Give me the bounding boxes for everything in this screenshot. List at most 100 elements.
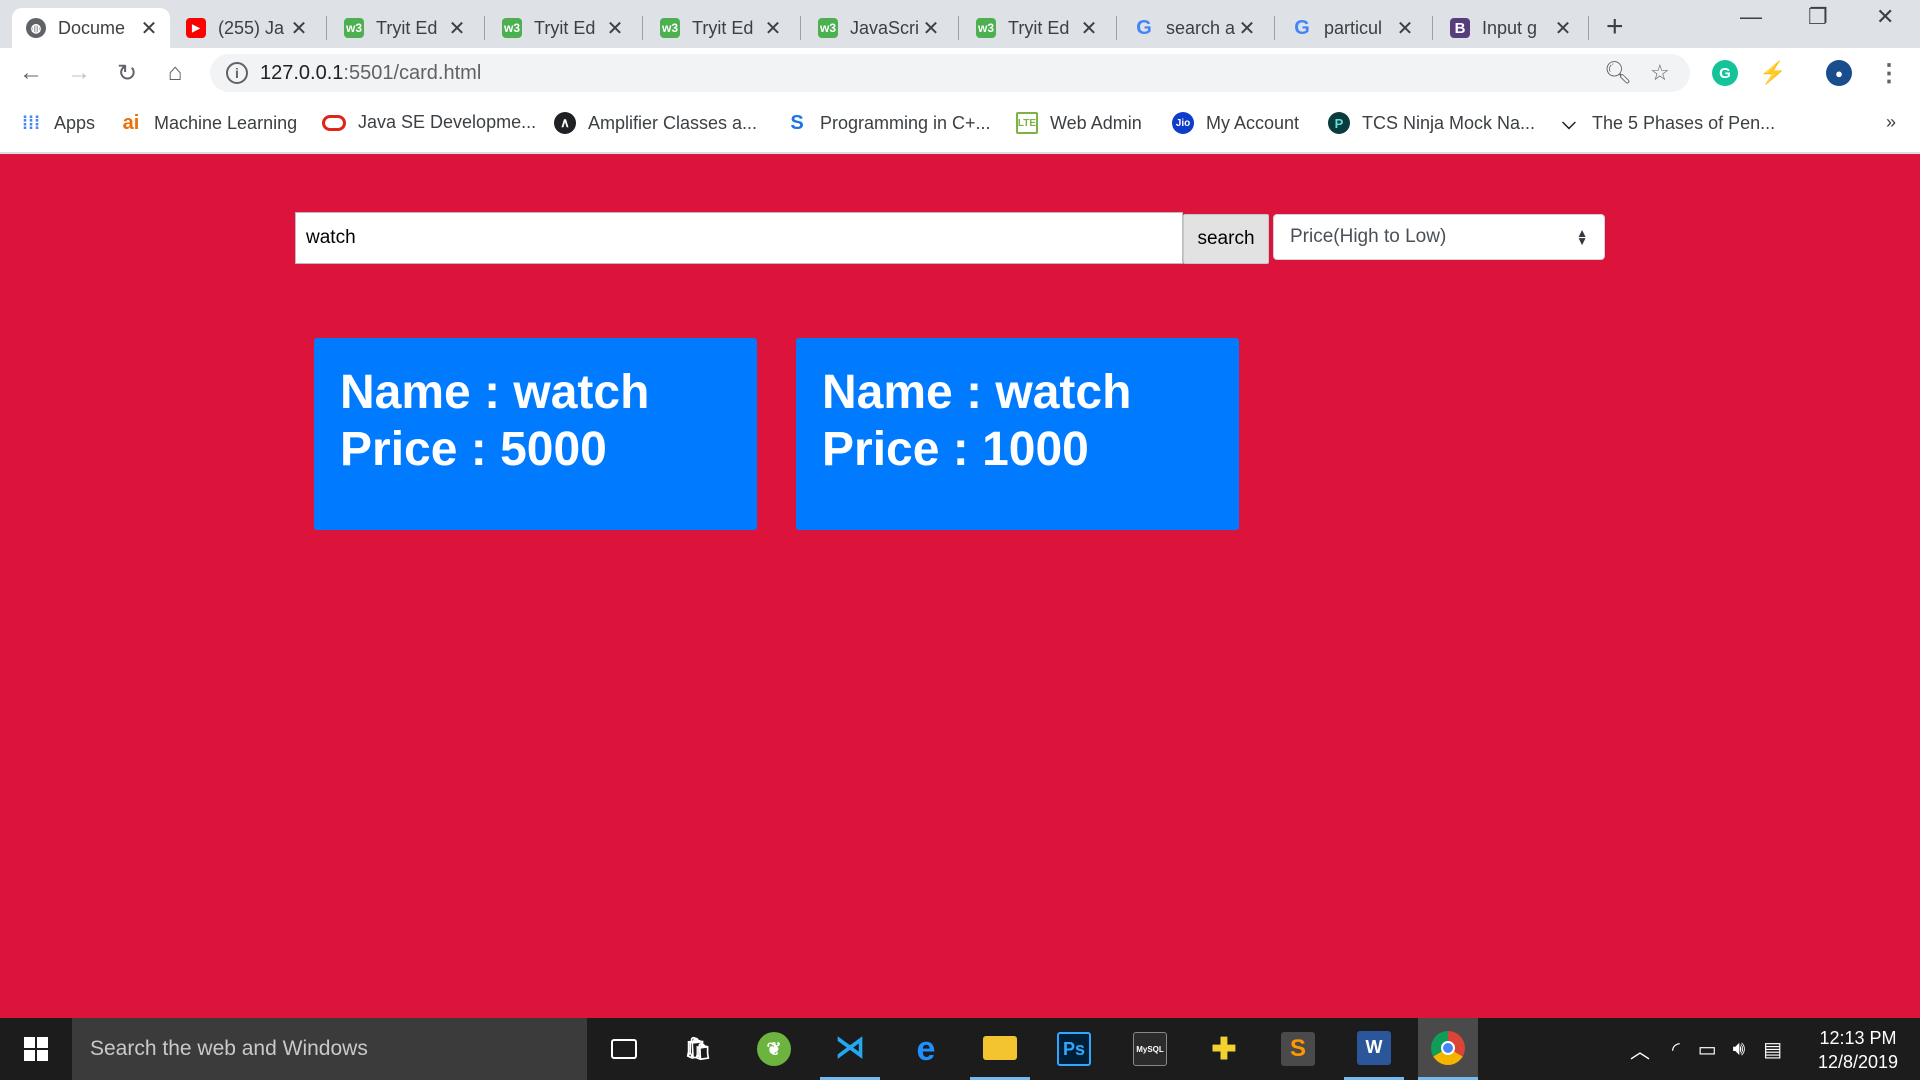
photoshop-icon[interactable]: Ps	[1044, 1018, 1104, 1080]
search-input[interactable]	[295, 212, 1183, 264]
bookmark-apps[interactable]: ⁞⁞⁞ Apps	[20, 112, 95, 134]
bookmark-5-phases[interactable]: ⌵ The 5 Phases of Pen...	[1558, 112, 1775, 134]
tab-tryit-2[interactable]: w3 Tryit Ed ✕	[488, 8, 636, 48]
tab-tryit-1[interactable]: w3 Tryit Ed ✕	[330, 8, 478, 48]
bookmark-amplifier[interactable]: ∧ Amplifier Classes a...	[554, 112, 757, 134]
close-icon[interactable]: ✕	[920, 16, 942, 41]
menu-dots-icon[interactable]: ⋮	[1874, 58, 1904, 88]
profile-avatar[interactable]: ●	[1826, 60, 1852, 86]
action-center-icon[interactable]: ▤	[1763, 1037, 1782, 1062]
bookmark-tcs-ninja[interactable]: P TCS Ninja Mock Na...	[1328, 112, 1535, 134]
grammarly-icon[interactable]: G	[1712, 60, 1738, 86]
close-icon[interactable]: ✕	[446, 16, 468, 41]
taskbar-search-box[interactable]: Search the web and Windows	[72, 1018, 587, 1080]
tab-title: Input g	[1482, 17, 1538, 38]
wifi-icon[interactable]: ◜	[1672, 1037, 1680, 1062]
taskbar-clock[interactable]: 12:13 PM 12/8/2019	[1808, 1026, 1908, 1074]
tab-tryit-3[interactable]: w3 Tryit Ed ✕	[646, 8, 794, 48]
card-name: Name : watch	[822, 366, 1132, 419]
tab-tryit-4[interactable]: w3 Tryit Ed ✕	[962, 8, 1110, 48]
game-icon[interactable]: ✚	[1194, 1018, 1254, 1080]
battery-icon[interactable]: ▭	[1698, 1037, 1717, 1062]
start-button[interactable]	[0, 1018, 72, 1080]
close-icon[interactable]: ✕	[1552, 16, 1574, 41]
sublime-icon[interactable]: S	[1268, 1018, 1328, 1080]
close-icon[interactable]: ✕	[1394, 16, 1416, 41]
close-icon[interactable]: ✕	[1078, 16, 1100, 41]
tab-document[interactable]: ◍ Docume ✕	[12, 8, 170, 48]
window-close-icon[interactable]: ✕	[1876, 4, 1894, 30]
product-card: Name : watch Price : 5000	[314, 338, 757, 530]
star-icon[interactable]: ☆	[1650, 60, 1670, 86]
tab-google-search[interactable]: G search a ✕	[1120, 8, 1268, 48]
bookmark-machine-learning[interactable]: ai Machine Learning	[120, 112, 297, 134]
tab-divider	[1588, 16, 1589, 40]
store-icon[interactable]: 🛍︎	[668, 1018, 728, 1080]
edge-icon[interactable]: e	[896, 1018, 956, 1080]
word-icon[interactable]: W	[1344, 1018, 1404, 1080]
close-icon[interactable]: ✕	[762, 16, 784, 41]
card-price: Price : 1000	[822, 423, 1089, 476]
tab-divider	[1116, 16, 1117, 40]
sort-select[interactable]: Price(High to Low) ▲ ▼	[1273, 214, 1605, 260]
more-bookmarks-chevron-icon[interactable]: »	[1886, 112, 1896, 133]
volume-icon[interactable]: 🔊︎	[1733, 1038, 1746, 1061]
tab-title: (255) Ja	[218, 17, 285, 38]
url-host: 127.0.0.1	[260, 62, 344, 84]
product-card: Name : watch Price : 1000	[796, 338, 1239, 530]
forward-arrow-icon[interactable]: →	[64, 58, 94, 88]
extension-lightning-icon[interactable]: ⚡	[1759, 60, 1786, 86]
bookmark-my-account[interactable]: Jio My Account	[1172, 112, 1299, 134]
bookmark-label: Apps	[54, 112, 96, 133]
lte-icon: LTE	[1016, 112, 1038, 134]
back-arrow-icon[interactable]: ←	[16, 58, 46, 88]
task-view-icon[interactable]	[594, 1018, 654, 1080]
mysql-icon[interactable]: MySQL	[1120, 1018, 1180, 1080]
bookmark-label: My Account	[1206, 112, 1300, 133]
bookmark-label: Web Admin	[1050, 112, 1142, 133]
tab-divider	[800, 16, 801, 40]
tab-divider	[484, 16, 485, 40]
close-icon[interactable]: ✕	[1236, 16, 1258, 41]
search-button[interactable]: search	[1183, 214, 1269, 264]
show-hidden-icons-chevron-icon[interactable]: ︿	[1630, 1035, 1650, 1064]
tab-youtube[interactable]: ▶ (255) Ja ✕	[172, 8, 320, 48]
w3schools-icon: w3	[976, 18, 996, 38]
tab-divider	[1274, 16, 1275, 40]
reload-icon[interactable]: ↻	[112, 58, 142, 88]
vscode-icon[interactable]: ⋊	[820, 1018, 880, 1080]
google-icon: G	[1294, 16, 1310, 39]
address-bar[interactable]: i 127.0.0.1:5501/card.html 🔍︎ ☆	[210, 54, 1690, 92]
bookmark-web-admin[interactable]: LTE Web Admin	[1016, 112, 1142, 134]
url-text: 127.0.0.1:5501/card.html	[260, 62, 481, 85]
file-explorer-icon[interactable]	[970, 1018, 1030, 1080]
tab-javascript[interactable]: w3 JavaScri ✕	[804, 8, 952, 48]
bookmark-label: Java SE Developme...	[358, 112, 537, 132]
bookmark-programming-cpp[interactable]: S Programming in C+...	[786, 111, 990, 134]
bookmark-java-se[interactable]: Java SE Developme...	[322, 112, 536, 133]
tab-title: Tryit Ed	[1008, 17, 1070, 38]
w3schools-icon: w3	[660, 18, 680, 38]
ai-icon: ai	[122, 111, 140, 134]
zoom-icon[interactable]: 🔍︎	[1604, 60, 1632, 86]
spring-icon[interactable]: ❦	[744, 1018, 804, 1080]
site-info-icon[interactable]: i	[226, 62, 248, 84]
new-tab-plus-icon[interactable]: +	[1606, 10, 1624, 44]
restore-icon[interactable]: ❐	[1808, 4, 1828, 30]
close-icon[interactable]: ✕	[288, 16, 310, 41]
tab-bootstrap[interactable]: B Input g ✕	[1436, 8, 1584, 48]
globe-icon: ◍	[26, 18, 46, 38]
tab-title: Docume	[58, 17, 126, 38]
system-tray: ︿ ◜ ▭ 🔊︎ ▤	[1630, 1018, 1782, 1080]
s-logo-icon: S	[790, 111, 804, 134]
card-price: Price : 5000	[340, 423, 607, 476]
chrome-icon[interactable]	[1418, 1018, 1478, 1080]
clock-date: 12/8/2019	[1817, 1052, 1899, 1072]
close-icon[interactable]: ✕	[138, 16, 160, 41]
close-icon[interactable]: ✕	[604, 16, 626, 41]
tab-title: JavaScri	[850, 17, 920, 38]
bookmark-label: TCS Ninja Mock Na...	[1362, 112, 1536, 133]
home-icon[interactable]: ⌂	[160, 58, 190, 88]
minimize-icon[interactable]: —	[1740, 4, 1762, 30]
tab-google-particular[interactable]: G particul ✕	[1278, 8, 1426, 48]
